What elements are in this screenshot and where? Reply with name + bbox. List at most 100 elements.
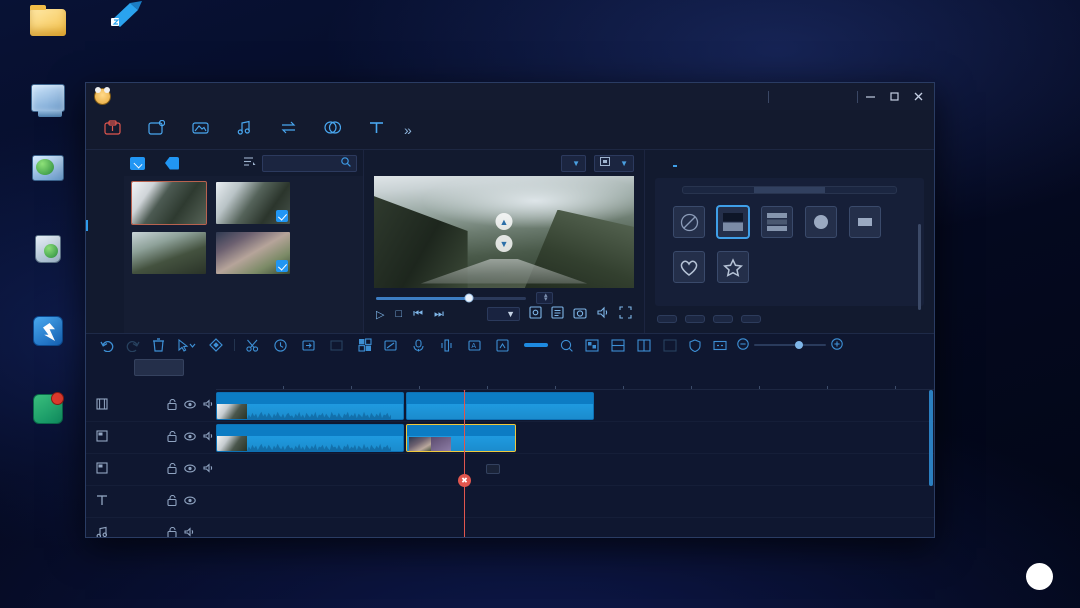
- unlock-icon[interactable]: [167, 398, 177, 413]
- keyframe-icon[interactable]: [203, 338, 229, 352]
- desktop-icon-thunder[interactable]: [76, 0, 172, 37]
- eye-icon[interactable]: [184, 464, 196, 476]
- segment-basic[interactable]: [683, 187, 754, 193]
- ai-matting-button[interactable]: [490, 338, 518, 352]
- shield-icon[interactable]: [683, 338, 707, 352]
- category-local-image[interactable]: [86, 254, 124, 273]
- search-input[interactable]: [268, 157, 341, 169]
- timeline-clip[interactable]: [216, 392, 404, 420]
- mask-option-heart[interactable]: [673, 251, 705, 286]
- speed-dropdown[interactable]: ▼: [487, 307, 520, 321]
- timeline-clip-selected[interactable]: [406, 424, 516, 452]
- collapse-overlay-icon[interactable]: ▲: [495, 213, 513, 230]
- mask-option-rect[interactable]: [849, 206, 881, 241]
- undo-icon[interactable]: [94, 339, 120, 352]
- minimize-icon[interactable]: [858, 86, 882, 108]
- media-thumbnail[interactable]: [132, 232, 206, 274]
- zoom-in-icon[interactable]: [831, 337, 843, 353]
- media-item[interactable]: [216, 232, 290, 276]
- tab-media-library[interactable]: [134, 120, 178, 139]
- desktop-icon-kingsoft-software-manager[interactable]: [0, 391, 96, 431]
- split-v-icon[interactable]: [631, 338, 657, 352]
- mask-option-mirror[interactable]: [761, 206, 793, 241]
- speaker-icon[interactable]: [203, 463, 215, 476]
- eye-icon[interactable]: [184, 400, 196, 412]
- desktop-icon-my-computer[interactable]: [0, 80, 96, 121]
- video-preview[interactable]: ▲ ▼: [374, 176, 634, 288]
- playhead[interactable]: ✖: [458, 390, 471, 537]
- properties-scrollbar[interactable]: [918, 224, 921, 310]
- save-static-preset-button[interactable]: [713, 315, 733, 323]
- seek-bar[interactable]: [376, 293, 526, 303]
- segment-matting[interactable]: [825, 187, 896, 193]
- seek-handle[interactable]: [464, 293, 474, 303]
- timeline-vertical-scrollbar[interactable]: [929, 390, 933, 486]
- tab-transition[interactable]: [266, 120, 310, 139]
- search-box[interactable]: [262, 154, 357, 172]
- expand-overlay-icon[interactable]: ▼: [495, 235, 513, 252]
- zoom-fit-icon[interactable]: [554, 339, 579, 352]
- category-local-video[interactable]: [86, 235, 124, 254]
- cut-button[interactable]: [240, 339, 268, 352]
- zoom-dropdown[interactable]: ▼: [561, 154, 587, 172]
- more-tabs-icon[interactable]: »: [404, 122, 412, 138]
- tab-text[interactable]: [354, 120, 398, 139]
- mask-option-none[interactable]: [673, 206, 705, 241]
- track-area[interactable]: [216, 390, 934, 486]
- speaker-icon[interactable]: [203, 431, 215, 444]
- category-audio-material[interactable]: [86, 311, 124, 330]
- maximize-icon[interactable]: [882, 86, 906, 108]
- import-button[interactable]: [130, 156, 149, 170]
- record-button[interactable]: [406, 338, 434, 352]
- media-thumbnail[interactable]: [216, 232, 290, 274]
- split-h-icon[interactable]: [605, 338, 631, 352]
- media-checkbox[interactable]: [276, 210, 288, 222]
- zoom-slider[interactable]: [754, 341, 826, 349]
- track-area[interactable]: [216, 454, 934, 485]
- timeline-export-button[interactable]: [524, 343, 548, 347]
- list-icon[interactable]: [551, 306, 564, 322]
- tab-local-media[interactable]: [90, 120, 134, 139]
- fullscreen-icon[interactable]: [619, 306, 632, 322]
- prev-frame-icon[interactable]: ⏮: [413, 308, 423, 321]
- media-item[interactable]: [131, 181, 207, 226]
- media-item[interactable]: [132, 232, 206, 276]
- media-item[interactable]: [216, 182, 290, 226]
- ratio-dropdown[interactable]: ▼: [594, 154, 634, 172]
- media-thumbnail[interactable]: [216, 182, 290, 224]
- track-area[interactable]: [216, 422, 934, 453]
- save-dynamic-preset-button[interactable]: [741, 315, 761, 323]
- split-screen-icon[interactable]: [579, 338, 605, 352]
- category-project-media[interactable]: [86, 197, 124, 216]
- zoom-handle[interactable]: [794, 341, 803, 349]
- tab-audio[interactable]: [222, 120, 266, 139]
- timeline-clip[interactable]: [406, 392, 594, 420]
- media-thumbnail[interactable]: [131, 181, 207, 225]
- mask-option-star[interactable]: [717, 251, 749, 286]
- stop-icon[interactable]: □: [395, 308, 402, 320]
- search-icon[interactable]: [341, 156, 351, 170]
- track-area[interactable]: [216, 518, 934, 537]
- eye-icon[interactable]: [184, 432, 196, 444]
- media-checkbox[interactable]: [276, 260, 288, 272]
- duration-button[interactable]: [268, 338, 296, 352]
- expand-icon[interactable]: [707, 339, 733, 352]
- unlock-icon[interactable]: [167, 494, 177, 509]
- track-area[interactable]: [216, 486, 934, 517]
- eye-icon[interactable]: [184, 496, 196, 508]
- cover-button[interactable]: [134, 359, 184, 376]
- paint-button[interactable]: [165, 156, 183, 170]
- category-favorites[interactable]: [86, 178, 124, 197]
- text-to-speech-button[interactable]: [434, 338, 462, 352]
- category-screenshot[interactable]: [86, 292, 124, 311]
- marker-icon[interactable]: [529, 306, 542, 322]
- sort-icon[interactable]: [244, 156, 256, 170]
- speaker-icon[interactable]: [203, 399, 215, 412]
- unlock-icon[interactable]: [167, 462, 177, 477]
- desktop-icon-recycle-bin[interactable]: [0, 231, 96, 272]
- mask-option-linear[interactable]: [717, 206, 749, 241]
- tab-sticker[interactable]: [178, 120, 222, 139]
- grid-blue-icon[interactable]: [352, 338, 378, 352]
- current-time-field[interactable]: ▴ ▾: [536, 292, 553, 304]
- volume-icon[interactable]: [596, 306, 610, 322]
